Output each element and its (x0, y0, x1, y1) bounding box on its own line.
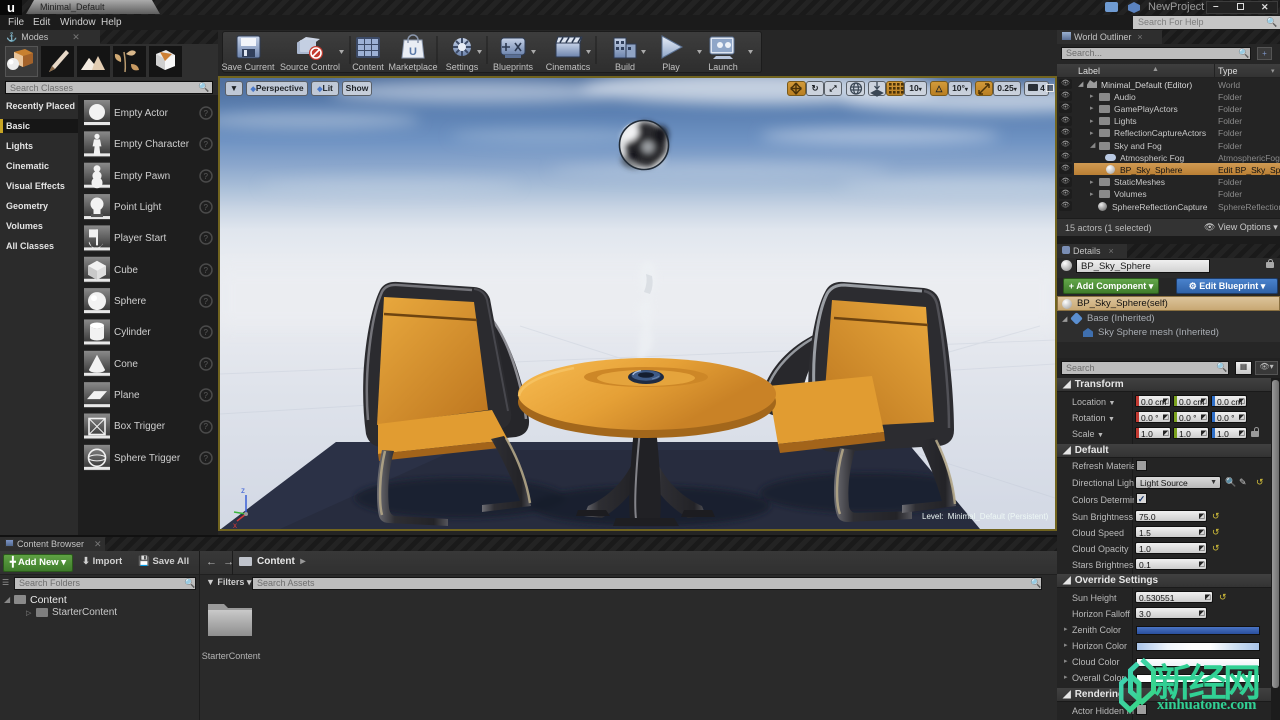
svg-text:Player Start: Player Start (114, 233, 166, 244)
svg-text:Content: Content (352, 62, 384, 72)
svg-text:?: ? (204, 422, 209, 431)
svg-text:Cube: Cube (114, 265, 138, 276)
svg-text:?: ? (204, 234, 209, 243)
svg-text:Cinematics: Cinematics (546, 62, 591, 72)
svg-text:?: ? (204, 203, 209, 212)
svg-text:Marketplace: Marketplace (388, 62, 437, 72)
svg-text:Plane: Plane (114, 390, 140, 401)
svg-text:Source Control: Source Control (280, 62, 340, 72)
svg-text:x: x (233, 521, 237, 529)
svg-text:?: ? (204, 266, 209, 275)
svg-text:Play: Play (662, 62, 680, 72)
svg-text:Level: Minimal_Default (Persi: Level: Minimal_Default (Persistent) (922, 512, 1049, 521)
svg-text:Empty Character: Empty Character (114, 139, 190, 150)
svg-text:?: ? (204, 328, 209, 337)
svg-text:Save Current: Save Current (221, 62, 275, 72)
svg-text:?: ? (204, 140, 209, 149)
svg-text:U: U (409, 46, 417, 58)
svg-text:Sphere Trigger: Sphere Trigger (114, 453, 181, 464)
svg-text:Settings: Settings (446, 62, 479, 72)
svg-text:z: z (241, 486, 245, 495)
svg-text:Empty Actor: Empty Actor (114, 108, 169, 119)
svg-text:Launch: Launch (708, 62, 738, 72)
svg-text:?: ? (204, 454, 209, 463)
svg-text:?: ? (204, 297, 209, 306)
svg-text:?: ? (204, 360, 209, 369)
svg-text:?: ? (204, 109, 209, 118)
svg-text:Cylinder: Cylinder (114, 327, 151, 338)
svg-text:Blueprints: Blueprints (493, 62, 534, 72)
svg-text:Box Trigger: Box Trigger (114, 421, 166, 432)
svg-text:Sphere: Sphere (114, 296, 147, 307)
svg-text:Empty Pawn: Empty Pawn (114, 171, 170, 182)
svg-text:Cone: Cone (114, 359, 138, 370)
svg-text:?: ? (204, 172, 209, 181)
svg-text:?: ? (204, 391, 209, 400)
svg-text:Build: Build (615, 62, 635, 72)
svg-text:Point Light: Point Light (114, 202, 161, 213)
